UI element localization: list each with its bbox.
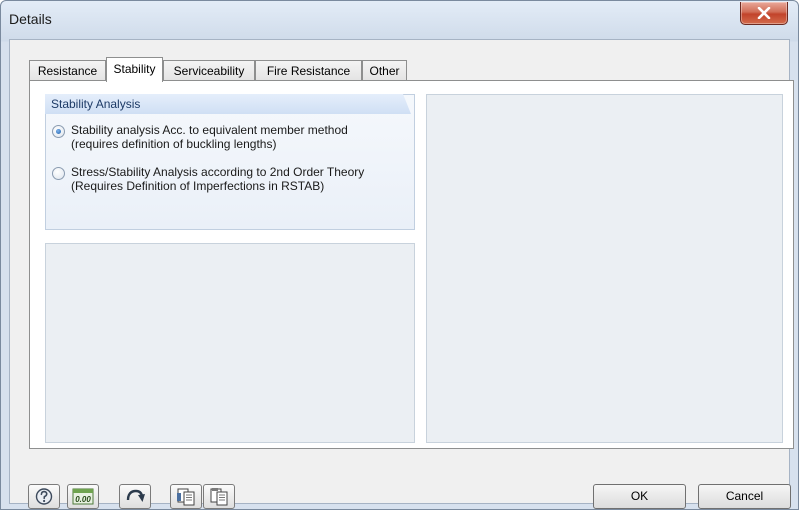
stability-tab-panel: Stability Analysis Stability analysis Ac… (29, 80, 794, 449)
details-dialog: Details Resistance Stability Serviceabil… (0, 0, 799, 510)
lower-left-panel (45, 243, 415, 443)
stability-analysis-header: Stability Analysis (45, 94, 411, 114)
reset-arrow-icon (126, 489, 145, 502)
tab-other[interactable]: Other (362, 60, 407, 80)
radio-second-order-label: Stress/Stability Analysis according to 2… (71, 165, 365, 193)
close-button[interactable] (740, 2, 788, 25)
paste-button[interactable] (203, 484, 235, 509)
tab-stability[interactable]: Stability (106, 57, 163, 82)
title-bar: Details (1, 1, 798, 39)
decimal-places-button[interactable]: 0.00 (67, 484, 99, 509)
radio-equivalent-member-label: Stability analysis Acc. to equivalent me… (71, 123, 348, 151)
close-icon (757, 7, 771, 19)
radio-equivalent-member[interactable]: Stability analysis Acc. to equivalent me… (52, 123, 392, 153)
decimal-places-icon: 0.00 (72, 488, 94, 505)
paste-icon (210, 488, 228, 506)
dialog-body: Resistance Stability Serviceability Fire… (9, 39, 794, 509)
tab-serviceability[interactable]: Serviceability (163, 60, 255, 80)
tab-resistance[interactable]: Resistance (29, 60, 106, 80)
radio-second-order[interactable]: Stress/Stability Analysis according to 2… (52, 165, 392, 209)
copy-icon (177, 488, 195, 506)
radio-button-checked[interactable] (52, 125, 65, 138)
help-icon (35, 488, 53, 505)
right-panel (426, 94, 783, 443)
tab-fire-resistance[interactable]: Fire Resistance (255, 60, 362, 80)
radio-button[interactable] (52, 167, 65, 180)
copy-button[interactable] (170, 484, 202, 509)
svg-text:0.00: 0.00 (75, 495, 91, 504)
reset-button[interactable] (119, 484, 151, 509)
help-button[interactable] (28, 484, 60, 509)
window-title: Details (9, 11, 52, 27)
stability-analysis-group: Stability Analysis Stability analysis Ac… (45, 94, 415, 230)
cancel-button[interactable]: Cancel (698, 484, 791, 509)
ok-button[interactable]: OK (593, 484, 686, 509)
